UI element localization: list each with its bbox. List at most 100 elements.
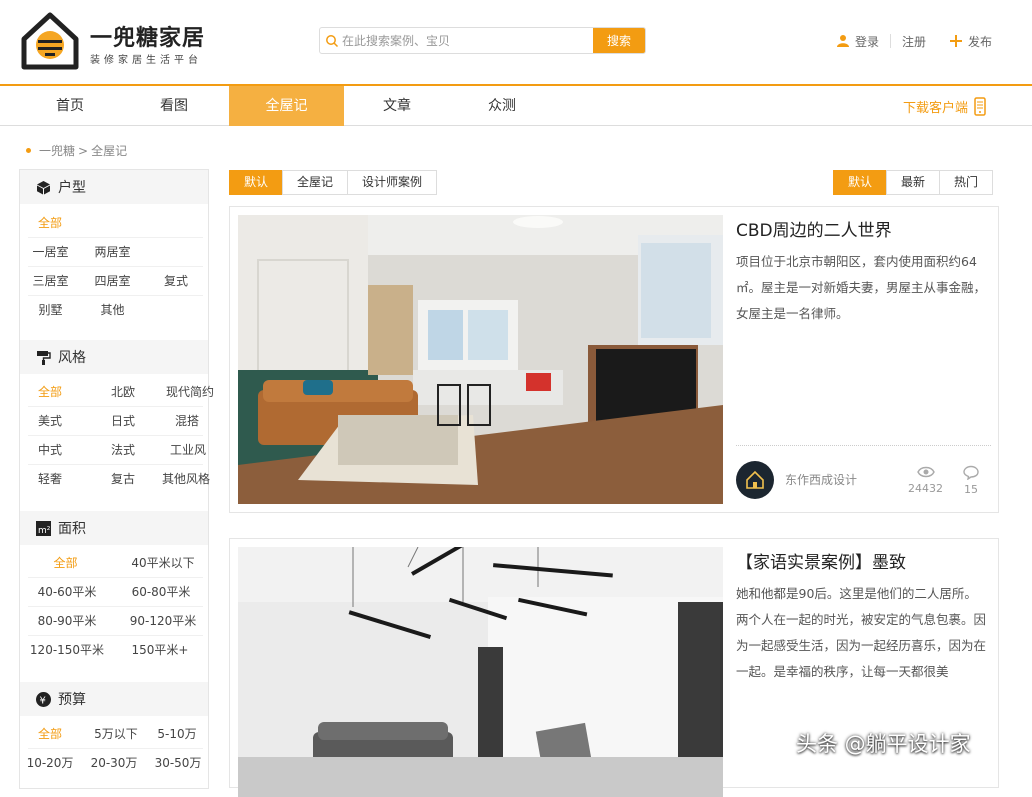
sort-tabs: 默认 最新 热门 xyxy=(833,170,994,195)
search-box: 搜索 xyxy=(319,27,646,54)
nav-item-home[interactable]: 首页 xyxy=(18,86,122,126)
filter-option[interactable]: 120-150平米 xyxy=(28,636,106,664)
comments-value: 15 xyxy=(964,483,978,496)
phone-icon xyxy=(974,96,986,116)
breadcrumb-current: 全屋记 xyxy=(91,144,128,158)
filter-option[interactable]: 60-80平米 xyxy=(126,578,196,606)
sort-default[interactable]: 默认 xyxy=(833,170,888,195)
case-description: 项目位于北京市朝阳区，套内使用面积约64㎡。屋主是一对新婚夫妻，男屋主从事金融，… xyxy=(736,254,987,321)
filter-title: 风格 xyxy=(58,350,86,366)
filter-option[interactable]: 80-90平米 xyxy=(28,607,106,635)
comments-count[interactable]: 15 xyxy=(963,465,979,496)
filter-option[interactable]: 5-10万 xyxy=(156,720,198,748)
nav-item-articles[interactable]: 文章 xyxy=(345,86,449,126)
square-meter-icon: m² xyxy=(36,520,51,536)
nav-item-whole-house[interactable]: 全屋记 xyxy=(229,86,344,126)
case-description: 她和他都是90后。这里是他们的二人居所。两个人在一起的时光，被安定的气息包裹。因… xyxy=(736,586,987,679)
filter-option[interactable]: 四居室 xyxy=(90,267,135,295)
divider xyxy=(736,445,991,446)
filter-option[interactable]: 轻奢 xyxy=(30,465,70,493)
watermark: 头条 @躺平设计家 xyxy=(796,732,971,756)
search-icon xyxy=(326,35,339,48)
breadcrumb-separator: > xyxy=(78,143,89,158)
case-card[interactable]: CBD周边的二人世界 项目位于北京市朝阳区，套内使用面积约64㎡。屋主是一对新婚… xyxy=(229,206,999,513)
sort-latest[interactable]: 最新 xyxy=(886,170,941,195)
filter-option[interactable]: 5万以下 xyxy=(90,720,142,748)
filter-heading-area: m² 面积 xyxy=(20,511,208,545)
search-button[interactable]: 搜索 xyxy=(593,28,645,53)
filter-option[interactable]: 其他风格 xyxy=(162,465,214,493)
filter-tabs: 默认 全屋记 设计师案例 xyxy=(229,170,438,195)
svg-text:m²: m² xyxy=(38,526,51,536)
author-name[interactable]: 东作西成设计 xyxy=(785,471,857,488)
filter-heading-budget: ¥ 预算 xyxy=(20,682,208,716)
author-avatar[interactable] xyxy=(736,461,774,499)
filter-option[interactable]: 两居室 xyxy=(90,238,135,266)
brand-name[interactable]: 一兜糖家居 xyxy=(90,20,205,52)
breadcrumb-home[interactable]: 一兜糖 xyxy=(39,142,75,159)
main-nav: 首页 看图 全屋记 文章 众测 下载客户端 xyxy=(0,84,1032,126)
filter-style: 风格 全部 北欧 现代简约 美式 日式 混搭 中式 法式 工业风 轻奢 复古 其… xyxy=(20,340,214,486)
filter-option-all[interactable]: 全部 xyxy=(30,209,70,237)
filter-option[interactable]: 别墅 xyxy=(28,296,73,324)
breadcrumb: 一兜糖 > 全屋记 xyxy=(26,142,127,159)
filter-option[interactable]: 一居室 xyxy=(28,238,73,266)
cube-icon xyxy=(37,180,50,194)
tab-whole-house[interactable]: 全屋记 xyxy=(282,170,349,195)
register-link[interactable]: 注册 xyxy=(902,33,926,50)
filter-option[interactable]: 10-20万 xyxy=(22,749,78,777)
filter-option[interactable]: 北欧 xyxy=(108,378,138,406)
views-count: 24432 xyxy=(908,465,943,495)
filter-sidebar: 户型 全部 一居室 两居室 三居室 四居室 复式 别墅 其他 风格 全部 北欧 … xyxy=(19,169,214,789)
user-links: 登录 注册 发布 xyxy=(836,31,992,51)
filter-area: m² 面积 全部 40平米以下 40-60平米 60-80平米 80-90平米 … xyxy=(20,511,208,657)
comment-icon xyxy=(963,465,979,481)
filter-option[interactable]: 复式 xyxy=(156,267,196,295)
nav-item-reviews[interactable]: 众测 xyxy=(450,86,554,126)
filter-option[interactable]: 复古 xyxy=(108,465,138,493)
filter-option-all[interactable]: 全部 xyxy=(30,720,70,748)
login-link[interactable]: 登录 xyxy=(855,33,879,50)
filter-option[interactable]: 现代简约 xyxy=(166,378,218,406)
filter-option[interactable]: 40-60平米 xyxy=(28,578,106,606)
filter-option[interactable]: 日式 xyxy=(108,407,138,435)
sort-popular[interactable]: 热门 xyxy=(939,170,994,195)
svg-text:¥: ¥ xyxy=(40,695,46,706)
filter-option[interactable]: 美式 xyxy=(30,407,70,435)
filter-option[interactable]: 20-30万 xyxy=(86,749,142,777)
eye-icon xyxy=(916,466,935,478)
filter-option-all[interactable]: 全部 xyxy=(30,378,70,406)
filter-budget: ¥ 预算 全部 5万以下 5-10万 10-20万 20-30万 30-50万 xyxy=(20,682,208,770)
brand-slogan: 装修家居生活平台 xyxy=(90,55,202,66)
bullet-icon xyxy=(26,148,31,153)
user-icon xyxy=(837,35,849,47)
case-cover-image[interactable] xyxy=(238,215,723,504)
publish-link[interactable]: 发布 xyxy=(968,33,992,50)
filter-option[interactable]: 其他 xyxy=(90,296,135,324)
filter-option[interactable]: 150平米+ xyxy=(126,636,194,664)
download-app-link[interactable]: 下载客户端 xyxy=(903,86,986,126)
filter-title: 预算 xyxy=(58,692,86,708)
filter-option[interactable]: 三居室 xyxy=(28,267,73,295)
download-label: 下载客户端 xyxy=(903,100,969,116)
case-title[interactable]: 【家语实景案例】墨致 xyxy=(736,548,906,573)
case-cover-image[interactable] xyxy=(238,547,723,797)
filter-option[interactable]: 工业风 xyxy=(168,436,208,464)
filter-option[interactable]: 40平米以下 xyxy=(128,549,198,577)
search-input[interactable] xyxy=(342,28,592,53)
nav-item-gallery[interactable]: 看图 xyxy=(122,86,226,126)
filter-option[interactable]: 30-50万 xyxy=(150,749,206,777)
yen-icon: ¥ xyxy=(36,691,51,707)
divider xyxy=(890,34,892,48)
house-logo-icon xyxy=(746,470,764,489)
filter-option[interactable]: 中式 xyxy=(30,436,70,464)
brand-logo[interactable] xyxy=(18,9,82,73)
filter-heading-house-type: 户型 xyxy=(20,170,208,204)
case-title[interactable]: CBD周边的二人世界 xyxy=(736,216,892,241)
filter-option[interactable]: 法式 xyxy=(108,436,138,464)
tab-designer-cases[interactable]: 设计师案例 xyxy=(347,170,438,195)
filter-option[interactable]: 90-120平米 xyxy=(124,607,202,635)
tab-default[interactable]: 默认 xyxy=(229,170,284,195)
filter-option-all[interactable]: 全部 xyxy=(43,549,88,577)
filter-option[interactable]: 混搭 xyxy=(172,407,202,435)
